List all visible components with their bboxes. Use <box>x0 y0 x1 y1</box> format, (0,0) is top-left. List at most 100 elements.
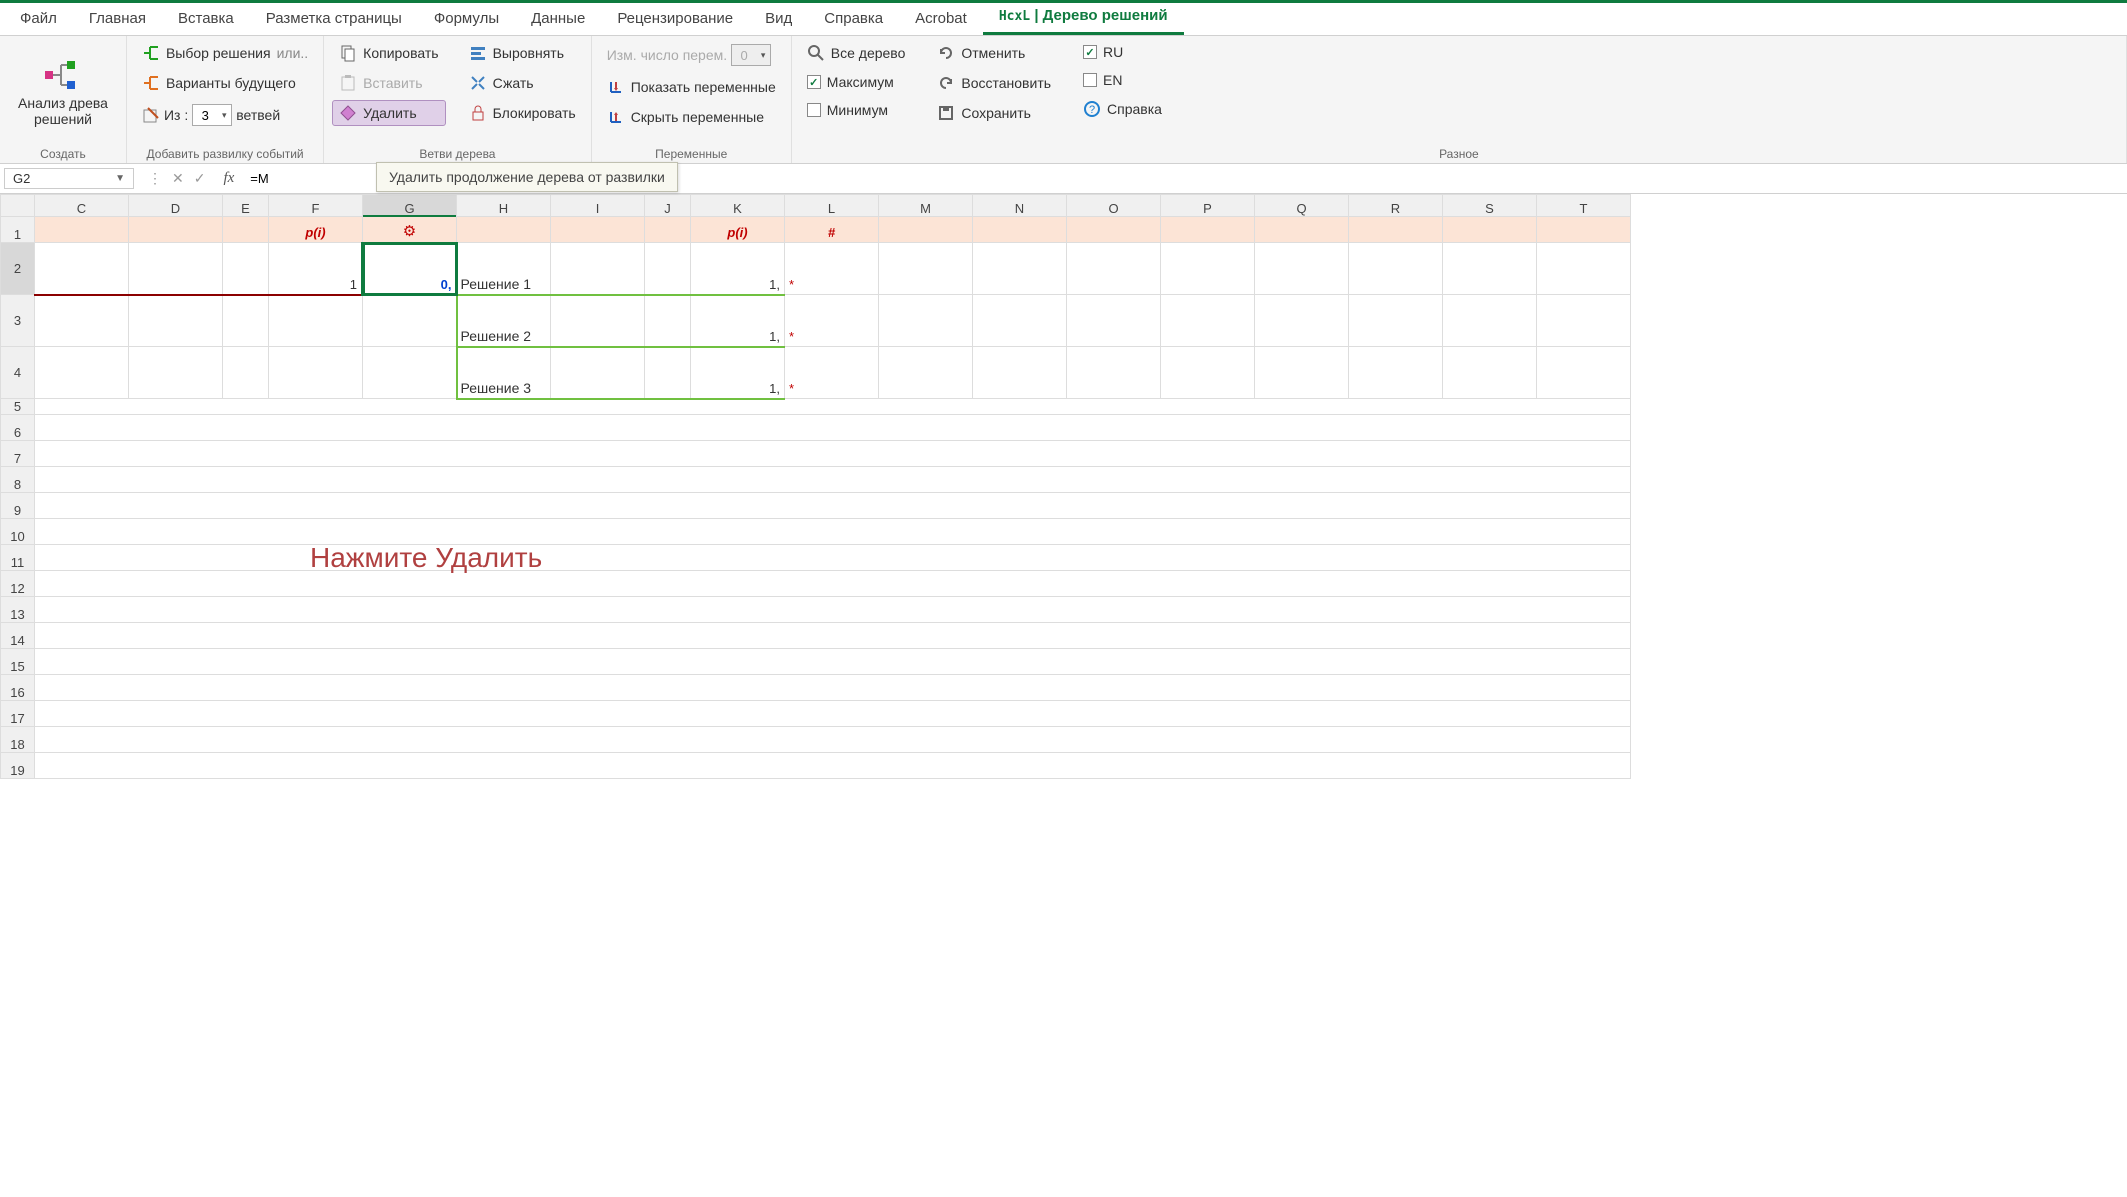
redo-button[interactable]: Восстановить <box>930 70 1058 96</box>
tab-file[interactable]: Файл <box>4 3 73 35</box>
row-hdr-17[interactable]: 17 <box>1 701 35 727</box>
copy-button[interactable]: Копировать <box>332 40 445 66</box>
row-hdr-14[interactable]: 14 <box>1 623 35 649</box>
show-vars-button[interactable]: Показать переменные <box>600 74 783 100</box>
row-hdr-11[interactable]: 11 <box>1 545 35 571</box>
spreadsheet-grid[interactable]: C D E F G H I J K L M N O P Q R S T 1 p(… <box>0 194 2127 779</box>
analyze-tree-button[interactable]: Анализ древа решений <box>8 40 118 145</box>
max-checkbox[interactable]: Максимум <box>800 70 913 94</box>
cell-F2[interactable]: 1 <box>269 243 361 294</box>
help-button[interactable]: ? Справка <box>1076 96 1169 122</box>
cell-L1[interactable]: # <box>785 217 878 242</box>
branch-count-spinner[interactable]: ▾ <box>192 104 232 126</box>
row-hdr-2[interactable]: 2 <box>1 243 35 295</box>
col-S[interactable]: S <box>1443 195 1537 217</box>
row-hdr-7[interactable]: 7 <box>1 441 35 467</box>
row-hdr-13[interactable]: 13 <box>1 597 35 623</box>
hide-vars-button[interactable]: Скрыть переменные <box>600 104 783 130</box>
col-L[interactable]: L <box>785 195 879 217</box>
col-G[interactable]: G <box>363 195 457 217</box>
row-18: 18 <box>1 727 1631 753</box>
undo-button[interactable]: Отменить <box>930 40 1058 66</box>
fx-icon[interactable]: fx <box>215 170 242 187</box>
tab-review[interactable]: Рецензирование <box>601 3 749 35</box>
col-N[interactable]: N <box>973 195 1067 217</box>
row-hdr-3[interactable]: 3 <box>1 295 35 347</box>
align-label: Выровнять <box>493 45 564 61</box>
row-hdr-4[interactable]: 4 <box>1 347 35 399</box>
row-hdr-6[interactable]: 6 <box>1 415 35 441</box>
cell-H4[interactable]: Решение 3 <box>461 380 532 396</box>
row-hdr-12[interactable]: 12 <box>1 571 35 597</box>
tab-acrobat[interactable]: Acrobat <box>899 3 983 35</box>
row-hdr-9[interactable]: 9 <box>1 493 35 519</box>
cell-G2[interactable]: 0, <box>364 243 456 294</box>
col-J[interactable]: J <box>645 195 691 217</box>
cell-K2[interactable]: 1, <box>691 243 784 294</box>
col-F[interactable]: F <box>269 195 363 217</box>
cell-G1[interactable]: ⚙ <box>363 217 456 242</box>
col-C[interactable]: C <box>35 195 129 217</box>
tab-formulas[interactable]: Формулы <box>418 3 515 35</box>
branch-count-input[interactable] <box>193 108 217 123</box>
cell-K1[interactable]: p(i) <box>691 217 784 242</box>
tab-decision-tree[interactable]: HcxL | Дерево решений <box>983 0 1184 35</box>
save-button[interactable]: Сохранить <box>930 100 1058 126</box>
col-P[interactable]: P <box>1161 195 1255 217</box>
row-hdr-1[interactable]: 1 <box>1 217 35 243</box>
tab-home[interactable]: Главная <box>73 3 162 35</box>
select-all[interactable] <box>1 195 35 217</box>
col-E[interactable]: E <box>223 195 269 217</box>
name-box[interactable]: G2 ▼ <box>4 168 134 189</box>
row-hdr-19[interactable]: 19 <box>1 753 35 779</box>
cell-L2[interactable]: * <box>785 243 878 294</box>
col-I[interactable]: I <box>551 195 645 217</box>
tab-page-layout[interactable]: Разметка страницы <box>250 3 418 35</box>
cell-H3[interactable]: Решение 2 <box>461 328 532 344</box>
row-15: 15 <box>1 649 1631 675</box>
delete-button[interactable]: Удалить <box>332 100 445 126</box>
lock-button[interactable]: Блокировать <box>462 100 583 126</box>
col-O[interactable]: O <box>1067 195 1161 217</box>
col-R[interactable]: R <box>1349 195 1443 217</box>
tab-data[interactable]: Данные <box>515 3 601 35</box>
cell-L4[interactable]: * <box>785 347 878 398</box>
cell-K4[interactable]: 1, <box>691 348 784 398</box>
row-hdr-5[interactable]: 5 <box>1 399 35 415</box>
cancel-icon[interactable]: ✕ <box>172 170 184 187</box>
min-checkbox[interactable]: Минимум <box>800 98 913 122</box>
chevron-down-icon[interactable]: ▾ <box>217 110 231 121</box>
row-hdr-8[interactable]: 8 <box>1 467 35 493</box>
choose-decision-button[interactable]: Выбор решения или.. <box>135 40 315 66</box>
row-hdr-15[interactable]: 15 <box>1 649 35 675</box>
col-D[interactable]: D <box>129 195 223 217</box>
row-hdr-10[interactable]: 10 <box>1 519 35 545</box>
full-tree-button[interactable]: Все дерево <box>800 40 913 66</box>
col-H[interactable]: H <box>457 195 551 217</box>
accept-icon[interactable]: ✓ <box>194 170 206 187</box>
svg-text:?: ? <box>1089 104 1095 116</box>
row-hdr-18[interactable]: 18 <box>1 727 35 753</box>
future-variants-button[interactable]: Варианты будущего <box>135 70 315 96</box>
chevron-down-icon[interactable]: ▼ <box>115 173 125 184</box>
checkbox-icon <box>807 75 821 89</box>
lang-ru-checkbox[interactable]: RU <box>1076 40 1169 64</box>
more-icon[interactable]: ⋮ <box>148 170 162 187</box>
cell-H2[interactable]: Решение 1 <box>461 276 532 292</box>
row-13: 13 <box>1 597 1631 623</box>
col-M[interactable]: M <box>879 195 973 217</box>
cell-L3[interactable]: * <box>785 295 878 346</box>
col-T[interactable]: T <box>1537 195 1631 217</box>
col-Q[interactable]: Q <box>1255 195 1349 217</box>
tab-help[interactable]: Справка <box>808 3 899 35</box>
align-button[interactable]: Выровнять <box>462 40 583 66</box>
row-hdr-16[interactable]: 16 <box>1 675 35 701</box>
cell-K3[interactable]: 1, <box>691 296 784 346</box>
tab-view[interactable]: Вид <box>749 3 808 35</box>
tab-insert[interactable]: Вставка <box>162 3 250 35</box>
lang-en-checkbox[interactable]: EN <box>1076 68 1169 92</box>
cell-F1[interactable]: p(i) <box>269 217 362 242</box>
col-K[interactable]: K <box>691 195 785 217</box>
shrink-button[interactable]: Сжать <box>462 70 583 96</box>
choose-sfx: или.. <box>277 45 309 61</box>
